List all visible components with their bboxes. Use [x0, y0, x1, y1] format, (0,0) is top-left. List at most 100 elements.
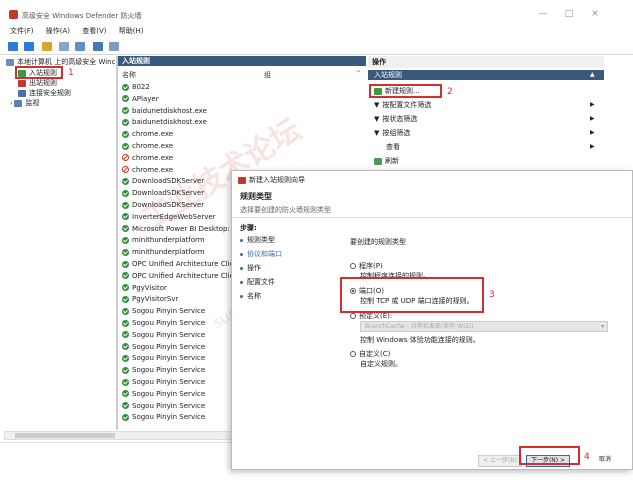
step-rule-type[interactable]: 规则类型 — [240, 235, 275, 245]
table-row[interactable]: Sogou Pinyin Service — [122, 342, 205, 352]
annotation-box-3 — [340, 277, 484, 313]
table-row[interactable]: chrome.exe — [122, 165, 173, 175]
menu-action[interactable]: 操作(A) — [46, 26, 70, 36]
close-button[interactable]: × — [586, 7, 604, 21]
option-custom[interactable]: 自定义(C) — [350, 349, 390, 359]
column-header-group[interactable]: 组 — [264, 70, 271, 79]
table-row[interactable]: InverterEdgeWebServer — [122, 212, 216, 222]
table-row[interactable]: Sogou Pinyin Service — [122, 389, 205, 399]
action-filter-by-group[interactable]: ▼ 按组筛选 — [374, 128, 410, 138]
radio-custom[interactable] — [350, 351, 356, 357]
actions-section-inbound[interactable]: 入站规则 — [368, 70, 604, 80]
step-bullet-icon — [240, 252, 243, 256]
filter-icon: ▼ — [374, 115, 380, 123]
option-custom-desc: 自定义规则。 — [360, 360, 402, 368]
annotation-box-2 — [369, 84, 442, 98]
properties-icon[interactable] — [109, 42, 120, 51]
back-button[interactable]: < 上一步(B) — [478, 455, 522, 467]
scroll-up-icon[interactable]: ^ — [356, 70, 361, 77]
table-row[interactable]: OPC Unified Architecture Client — [122, 259, 241, 269]
table-row[interactable]: PgyVisitor — [122, 283, 167, 293]
step-protocol-port[interactable]: 协议和端口 — [240, 249, 282, 259]
tree-item-outbound-rules[interactable]: 出站规则 — [18, 79, 57, 88]
menu-file[interactable]: 文件(F) — [10, 26, 34, 36]
help-icon[interactable] — [93, 42, 104, 51]
table-row[interactable]: baidunetdiskhost.exe — [122, 106, 207, 116]
table-row[interactable]: baidunetdiskhost.exe — [122, 117, 207, 127]
maximize-button[interactable]: □ — [560, 7, 578, 21]
table-row[interactable]: minithunderplatform — [122, 247, 205, 257]
table-row[interactable]: Sogou Pinyin Service — [122, 353, 205, 363]
table-row[interactable]: DownloadSDKServer — [122, 176, 204, 186]
connection-security-icon — [18, 89, 26, 97]
action-filter-by-state[interactable]: ▼ 按状态筛选 — [374, 114, 417, 124]
table-row[interactable]: Sogou Pinyin Service — [122, 365, 205, 375]
block-rule-icon — [122, 166, 129, 174]
allow-rule-icon — [122, 295, 129, 303]
back-arrow-icon[interactable] — [8, 42, 18, 51]
action-filter-by-profile[interactable]: ▼ 按配置文件筛选 — [374, 100, 431, 110]
minimize-button[interactable]: — — [534, 7, 552, 21]
tree-item-monitoring[interactable]: › 监视 — [10, 99, 39, 108]
table-row[interactable]: minithunderplatform — [122, 235, 205, 245]
table-row[interactable]: Sogou Pinyin Service — [122, 412, 205, 422]
table-row[interactable]: OPC Unified Architecture Client — [122, 271, 241, 281]
folder-up-icon[interactable] — [42, 42, 53, 51]
action-view[interactable]: 查看 — [386, 142, 400, 152]
tree-item-connection-security[interactable]: 连接安全规则 — [18, 89, 71, 98]
rule-name: Sogou Pinyin Service — [132, 330, 206, 339]
option-program[interactable]: 程序(P) — [350, 261, 383, 271]
table-row[interactable]: Sogou Pinyin Service — [122, 330, 205, 340]
rule-name: chrome.exe — [132, 165, 174, 174]
navigation-tree: 本地计算机 上的高级安全 Winc 入站规则 出站规则 连接安全规则 › 监视 — [4, 56, 117, 430]
table-row[interactable]: PgyVisitorSvr — [122, 294, 178, 304]
allow-rule-icon — [122, 107, 129, 115]
table-row[interactable]: chrome.exe — [122, 141, 173, 151]
submenu-arrow-icon: ▶ — [590, 115, 595, 122]
table-row[interactable]: chrome.exe — [122, 129, 173, 139]
rule-name: 8022 — [132, 83, 150, 91]
table-row[interactable]: APlayer — [122, 94, 159, 104]
radio-predefined[interactable] — [350, 313, 356, 319]
table-row[interactable]: 8022 — [122, 82, 150, 92]
allow-rule-icon — [122, 177, 129, 185]
table-row[interactable]: DownloadSDKServer — [122, 188, 204, 198]
rule-name: DownloadSDKServer — [132, 201, 205, 209]
export-icon[interactable] — [74, 42, 85, 51]
allow-rule-icon — [122, 189, 129, 197]
computer-firewall-icon — [6, 58, 14, 66]
table-row[interactable]: Sogou Pinyin Service — [122, 306, 205, 316]
allow-rule-icon — [122, 260, 129, 268]
table-row[interactable]: DownloadSDKServer — [122, 200, 204, 210]
table-row[interactable]: Sogou Pinyin Service — [122, 401, 205, 411]
step-action[interactable]: 操作 — [240, 263, 261, 273]
step-name[interactable]: 名称 — [240, 291, 261, 301]
show-tree-icon[interactable] — [58, 42, 69, 51]
rule-name: DownloadSDKServer — [132, 189, 205, 198]
predefined-rule-dropdown[interactable]: BranchCache - 对等机发现(使用 WSD) ▾ — [360, 321, 608, 332]
rule-name: Sogou Pinyin Service — [132, 378, 206, 386]
scrollbar-thumb[interactable] — [15, 433, 115, 438]
step-profile[interactable]: 配置文件 — [240, 277, 275, 287]
table-row[interactable]: Sogou Pinyin Service — [122, 318, 205, 328]
monitoring-icon — [14, 99, 23, 107]
menu-help[interactable]: 帮助(H) — [119, 26, 144, 36]
collapse-up-icon[interactable]: ▲ — [590, 71, 595, 78]
rule-name: Sogou Pinyin Service — [132, 401, 206, 410]
annotation-number-1: 1 — [68, 68, 74, 78]
step-bullet-icon — [240, 266, 243, 270]
outbound-rules-icon — [18, 79, 26, 87]
forward-arrow-icon[interactable] — [24, 42, 35, 51]
rule-name: chrome.exe — [132, 130, 174, 139]
expand-chevron-icon[interactable]: › — [10, 100, 12, 107]
menu-view[interactable]: 查看(V) — [82, 26, 106, 36]
table-row[interactable]: Sogou Pinyin Service — [122, 377, 205, 387]
action-refresh[interactable]: 刷新 — [374, 156, 399, 166]
rule-name: PgyVisitorSvr — [132, 295, 179, 304]
allow-rule-icon — [122, 272, 129, 280]
table-row[interactable]: chrome.exe — [122, 153, 173, 163]
column-header-name[interactable]: 名称 — [122, 70, 136, 79]
allow-rule-icon — [122, 402, 129, 410]
cancel-button[interactable]: 取消 — [590, 455, 620, 467]
radio-program[interactable] — [350, 263, 356, 269]
